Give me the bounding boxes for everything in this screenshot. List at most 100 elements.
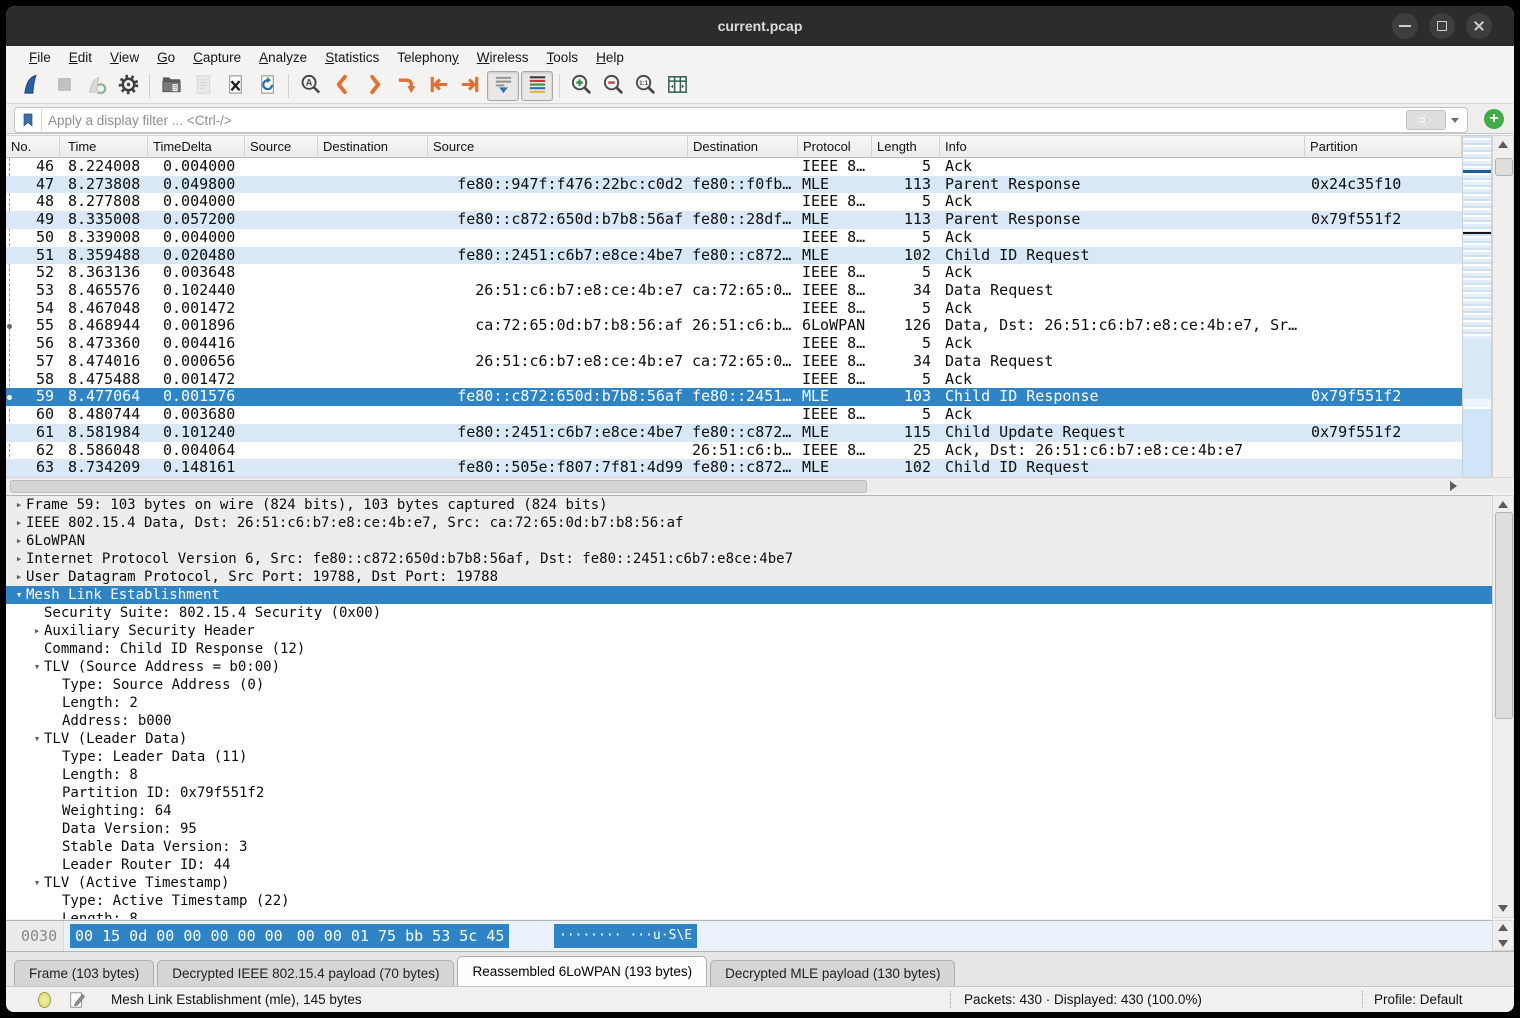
hex-bytes-selected[interactable]: 00 15 0d 00 00 00 00 0000 00 01 75 bb 53… [70,924,509,948]
zoom-out-button[interactable] [598,72,628,100]
capture-comment-icon[interactable] [68,991,86,1009]
detail-row-18[interactable]: Data Version: 95 [6,820,1492,838]
menu-analyze[interactable]: Analyze [250,50,316,65]
colorize-packets-button[interactable] [521,71,553,101]
go-next-packet-button[interactable] [359,72,389,100]
filter-bookmark-icon[interactable] [15,109,42,131]
go-to-packet-button[interactable] [391,72,421,100]
menu-edit[interactable]: Edit [60,50,101,65]
packet-row-48[interactable]: 488.2778080.004000IEEE 8…5Ack [6,193,1462,211]
detail-row-20[interactable]: Leader Router ID: 44 [6,856,1492,874]
capture-options-button[interactable] [113,72,143,100]
column-header-time[interactable]: Time [60,136,148,157]
menu-telephony[interactable]: Telephony [388,50,468,65]
detail-row-2[interactable]: ▸6LoWPAN [6,532,1492,550]
hscroll-thumb[interactable] [10,480,867,493]
detail-row-11[interactable]: Length: 2 [6,694,1492,712]
detail-row-10[interactable]: Type: Source Address (0) [6,676,1492,694]
column-header-info[interactable]: Info [940,136,1305,157]
hex-scrollbar[interactable] [1492,920,1514,951]
packet-row-59[interactable]: 598.4770640.001576fe80::c872:650d:b7b8:5… [6,388,1462,406]
add-filter-button[interactable]: + [1484,109,1504,129]
menu-capture[interactable]: Capture [184,50,250,65]
maximize-button[interactable] [1429,13,1455,39]
packet-row-58[interactable]: 588.4754880.001472IEEE 8…5Ack [6,371,1462,389]
packet-list-scrollbar[interactable] [1492,135,1514,493]
detail-row-1[interactable]: ▸IEEE 802.15.4 Data, Dst: 26:51:c6:b7:e8… [6,514,1492,532]
byte-tab-3[interactable]: Decrypted MLE payload (130 bytes) [710,960,955,986]
detail-row-7[interactable]: ▸Auxiliary Security Header [6,622,1492,640]
column-header-src2[interactable]: Source [428,136,688,157]
packet-row-53[interactable]: 538.4655760.10244026:51:c6:b7:e8:ce:4b:e… [6,282,1462,300]
packet-row-49[interactable]: 498.3350080.057200fe80::c872:650d:b7b8:5… [6,211,1462,229]
menu-help[interactable]: Help [587,50,633,65]
column-header-proto[interactable]: Protocol [798,136,872,157]
byte-tab-1[interactable]: Decrypted IEEE 802.15.4 payload (70 byte… [157,960,454,986]
detail-row-21[interactable]: ▾TLV (Active Timestamp) [6,874,1492,892]
collapse-arrow-icon[interactable]: ▾ [30,658,44,676]
detail-row-19[interactable]: Stable Data Version: 3 [6,838,1492,856]
hex-ascii-selected[interactable]: ········ ···u·S\E [554,924,697,948]
scroll-up-arrow[interactable] [1498,141,1508,148]
detail-row-3[interactable]: ▸Internet Protocol Version 6, Src: fe80:… [6,550,1492,568]
menu-go[interactable]: Go [148,50,184,65]
go-first-packet-button[interactable] [423,72,453,100]
packet-row-52[interactable]: 528.3631360.003648IEEE 8…5Ack [6,264,1462,282]
go-last-packet-button[interactable] [455,72,485,100]
scroll-up-arrow[interactable] [1498,501,1508,508]
display-filter-input[interactable] [42,113,1406,128]
expand-arrow-icon[interactable]: ▸ [12,514,26,532]
menu-file[interactable]: File [20,50,60,65]
detail-row-8[interactable]: Command: Child ID Response (12) [6,640,1492,658]
packet-row-54[interactable]: 548.4670480.001472IEEE 8…5Ack [6,300,1462,318]
detail-row-5[interactable]: ▾Mesh Link Establishment [6,586,1492,604]
resize-columns-button[interactable] [662,72,692,100]
packet-row-51[interactable]: 518.3594880.020480fe80::2451:c6b7:e8ce:4… [6,247,1462,265]
packet-list-hscrollbar[interactable] [6,477,1462,493]
column-header-dst2[interactable]: Destination [688,136,798,157]
close-button[interactable] [1466,13,1492,39]
expand-arrow-icon[interactable]: ▸ [12,550,26,568]
apply-filter-button[interactable] [1406,110,1446,130]
collapse-arrow-icon[interactable]: ▾ [30,874,44,892]
expand-arrow-icon[interactable]: ▸ [12,532,26,550]
packet-row-62[interactable]: 628.5860480.00406426:51:c6:b…IEEE 8…25Ac… [6,442,1462,460]
byte-tab-0[interactable]: Frame (103 bytes) [14,960,154,986]
zoom-original-button[interactable]: 1:1 [630,72,660,100]
detail-row-13[interactable]: ▾TLV (Leader Data) [6,730,1492,748]
column-header-len[interactable]: Length [872,136,940,157]
detail-row-9[interactable]: ▾TLV (Source Address = b0:00) [6,658,1492,676]
zoom-in-button[interactable] [566,72,596,100]
detail-row-23[interactable]: Length: 8 [6,910,1492,919]
collapse-arrow-icon[interactable]: ▾ [12,586,26,604]
scroll-down-arrow[interactable] [1498,905,1508,912]
close-file-button[interactable] [220,72,250,100]
expand-arrow-icon[interactable]: ▸ [12,496,26,514]
start-capture-button[interactable] [17,72,47,100]
menu-view[interactable]: View [101,50,148,65]
expand-arrow-icon[interactable]: ▸ [30,622,44,640]
expert-info-icon[interactable] [38,992,51,1008]
detail-row-22[interactable]: Type: Active Timestamp (22) [6,892,1492,910]
go-previous-packet-button[interactable] [327,72,357,100]
byte-tab-2[interactable]: Reassembled 6LoWPAN (193 bytes) [457,956,707,986]
packet-row-47[interactable]: 478.2738080.049800fe80::947f:f476:22bc:c… [6,176,1462,194]
detail-scrollbar[interactable] [1492,495,1514,918]
intelligent-scrollbar[interactable] [1462,135,1492,493]
packet-row-46[interactable]: 468.2240080.004000IEEE 8…5Ack [6,158,1462,176]
detail-row-16[interactable]: Partition ID: 0x79f551f2 [6,784,1492,802]
detail-row-14[interactable]: Type: Leader Data (11) [6,748,1492,766]
expand-arrow-icon[interactable]: ▸ [12,568,26,586]
auto-scroll-button[interactable] [487,71,519,101]
detail-row-15[interactable]: Length: 8 [6,766,1492,784]
detail-scroll-thumb[interactable] [1495,512,1513,719]
packet-row-60[interactable]: 608.4807440.003680IEEE 8…5Ack [6,406,1462,424]
open-file-button[interactable] [156,72,186,100]
detail-row-12[interactable]: Address: b000 [6,712,1492,730]
find-packet-button[interactable]: A [295,72,325,100]
detail-row-6[interactable]: Security Suite: 802.15.4 Security (0x00) [6,604,1492,622]
packet-row-63[interactable]: 638.7342090.148161fe80::505e:f807:7f81:4… [6,459,1462,477]
packet-row-56[interactable]: 568.4733600.004416IEEE 8…5Ack [6,335,1462,353]
scroll-right-arrow[interactable] [1446,480,1460,492]
packet-row-61[interactable]: 618.5819840.101240fe80::2451:c6b7:e8ce:4… [6,424,1462,442]
